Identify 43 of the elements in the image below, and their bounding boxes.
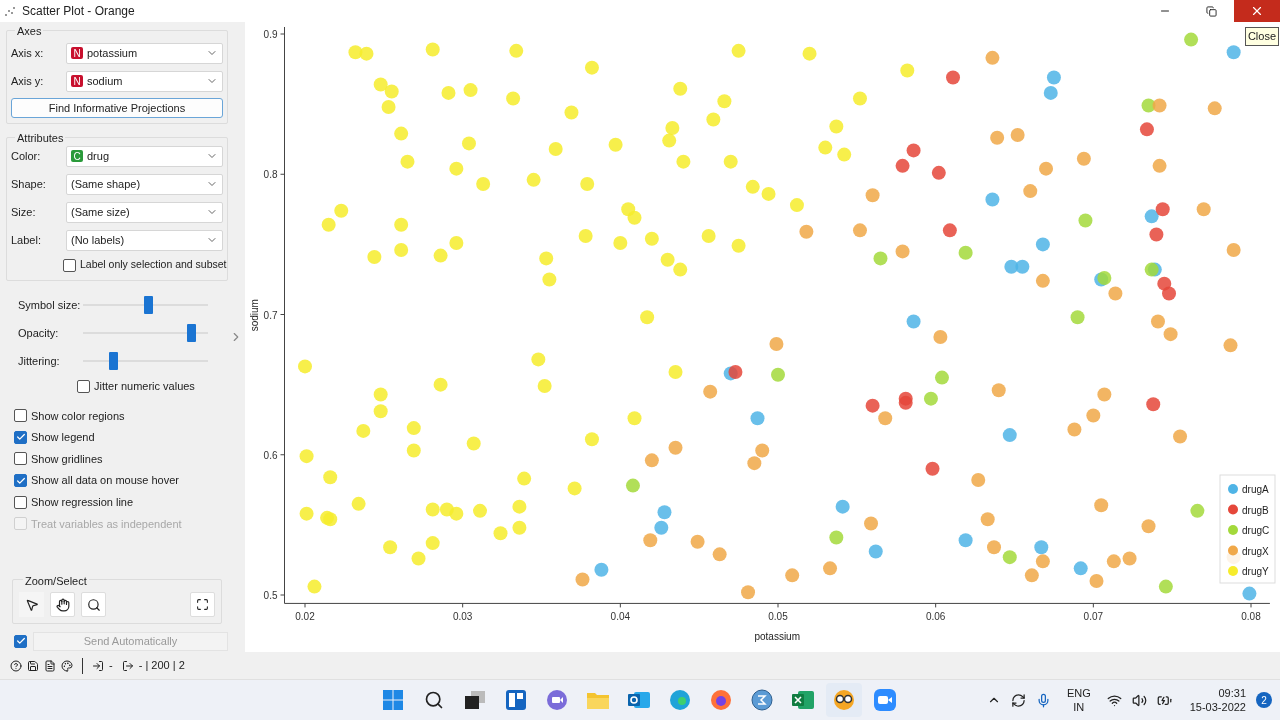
slider-label: Symbol size: xyxy=(18,297,82,313)
slider-label: Opacity: xyxy=(18,325,60,341)
legend-label: drugY xyxy=(1242,566,1269,577)
output-summary: - | 200 | 2 xyxy=(138,658,185,674)
type-badge: N xyxy=(71,47,83,59)
checkbox-label: Show legend xyxy=(31,430,95,446)
field-label: Axis y: xyxy=(11,73,45,89)
input-summary: - xyxy=(109,658,113,674)
checkbox-label: Label only selection and subset xyxy=(80,257,227,273)
tick-label: 0.9 xyxy=(263,29,278,40)
window-title: Scatter Plot - Orange xyxy=(22,3,135,20)
type-badge: C xyxy=(71,150,83,162)
field-label: Label: xyxy=(11,232,42,248)
legend-label: drugB xyxy=(1242,504,1269,516)
checkbox-label: Jitter numeric values xyxy=(94,378,195,394)
tick-label: 0.08 xyxy=(1241,611,1261,623)
checkbox-label: Show all data on mouse hover xyxy=(31,473,179,489)
checkbox-label: Treat variables as independent xyxy=(31,516,182,532)
tick-label: 0.07 xyxy=(1083,611,1104,623)
checkbox-label: Show regression line xyxy=(31,494,134,510)
axis-title: sodium xyxy=(248,299,260,332)
tick-label: 0.03 xyxy=(452,611,473,623)
tick-label: 0.02 xyxy=(295,611,315,623)
type-badge: N xyxy=(71,75,83,87)
slider-label: Jittering: xyxy=(18,353,61,369)
tick-label: 0.8 xyxy=(263,169,278,181)
legend-label: drugC xyxy=(1242,525,1270,536)
legend-label: drugA xyxy=(1242,484,1269,495)
checkbox-label: Show color regions xyxy=(31,408,125,424)
tooltip: Close xyxy=(1244,27,1279,46)
field-label: Axis x: xyxy=(11,45,45,61)
tick-label: 0.05 xyxy=(768,611,788,623)
tick-label: 0.6 xyxy=(263,449,278,461)
tick-label: 0.5 xyxy=(263,590,278,601)
field-label: Color: xyxy=(11,148,42,164)
tick-label: 0.7 xyxy=(263,309,278,321)
field-label: Shape: xyxy=(11,176,47,192)
field-label: Size: xyxy=(11,204,37,220)
tick-label: 0.04 xyxy=(610,611,631,623)
legend-label: drugX xyxy=(1242,545,1269,557)
checkbox-label: Show gridlines xyxy=(31,451,103,467)
tick-label: 0.06 xyxy=(925,611,946,623)
axis-title: potassium xyxy=(754,631,800,643)
